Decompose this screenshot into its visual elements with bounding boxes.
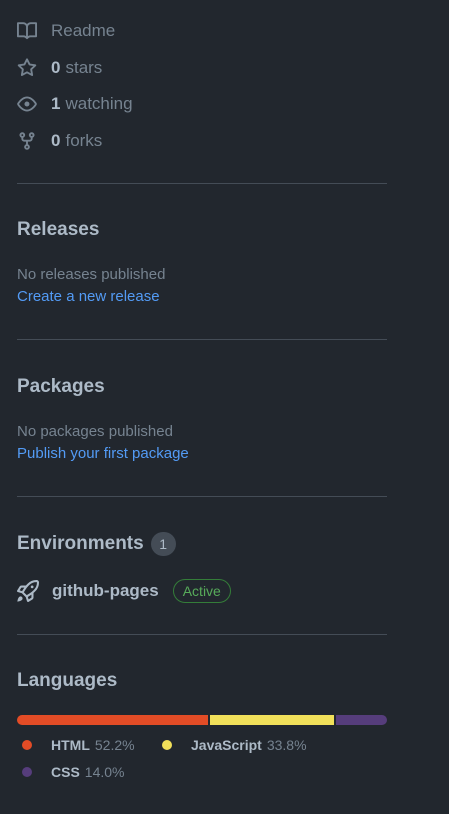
divider bbox=[17, 183, 387, 184]
language-item-javascript[interactable]: JavaScript 33.8% bbox=[162, 737, 307, 753]
about-meta: Readme 0 stars 1 watching 0 forks bbox=[17, 13, 133, 159]
publish-package-link[interactable]: Publish your first package bbox=[17, 445, 189, 462]
environments-title[interactable]: Environments bbox=[17, 533, 144, 555]
watching-label: watching bbox=[65, 94, 133, 114]
rocket-icon bbox=[17, 580, 39, 602]
language-dot-html bbox=[22, 740, 32, 750]
environments-section: Environments 1 github-pages Active bbox=[17, 532, 231, 603]
releases-title[interactable]: Releases bbox=[17, 219, 165, 241]
divider bbox=[17, 496, 387, 497]
releases-empty-text: No releases published bbox=[17, 266, 166, 283]
environment-item: github-pages Active bbox=[17, 579, 231, 603]
stars-count: 0 bbox=[51, 57, 61, 77]
language-bar-segment-html[interactable] bbox=[17, 715, 209, 725]
book-icon bbox=[17, 21, 37, 41]
language-dot-css bbox=[22, 767, 32, 777]
forks-label: forks bbox=[65, 130, 103, 150]
language-bar-segment-css[interactable] bbox=[335, 715, 387, 725]
watching-link[interactable]: 1 watching bbox=[17, 86, 133, 123]
language-percent: 33.8% bbox=[266, 737, 307, 753]
language-bar bbox=[17, 715, 387, 725]
star-icon bbox=[17, 58, 37, 78]
divider bbox=[17, 634, 387, 635]
environments-heading: Environments 1 bbox=[17, 532, 231, 556]
packages-title[interactable]: Packages bbox=[17, 376, 189, 398]
language-name: JavaScript bbox=[191, 737, 262, 753]
readme-link[interactable]: Readme bbox=[17, 13, 133, 50]
readme-label: Readme bbox=[51, 21, 116, 41]
watching-count: 1 bbox=[51, 94, 61, 114]
language-percent: 52.2% bbox=[94, 737, 135, 753]
forks-count: 0 bbox=[51, 130, 61, 150]
languages-section: Languages HTML 52.2% JavaScript 33.8% CS… bbox=[17, 670, 387, 793]
releases-section: Releases No releases published Create a … bbox=[17, 219, 165, 305]
create-release-link[interactable]: Create a new release bbox=[17, 288, 165, 305]
language-dot-javascript bbox=[162, 740, 172, 750]
packages-empty-text: No packages published bbox=[17, 423, 173, 440]
stars-link[interactable]: 0 stars bbox=[17, 50, 133, 87]
environment-status-badge: Active bbox=[172, 579, 231, 603]
language-name: HTML bbox=[51, 737, 90, 753]
stars-label: stars bbox=[65, 57, 103, 77]
environment-name[interactable]: github-pages bbox=[52, 581, 159, 601]
language-percent: 14.0% bbox=[84, 764, 125, 780]
eye-icon bbox=[17, 94, 37, 114]
environments-count: 1 bbox=[150, 532, 176, 556]
fork-icon bbox=[17, 131, 37, 151]
divider bbox=[17, 339, 387, 340]
language-bar-segment-javascript[interactable] bbox=[210, 715, 334, 725]
language-item-css[interactable]: CSS 14.0% bbox=[22, 764, 125, 780]
language-item-html[interactable]: HTML 52.2% bbox=[22, 737, 135, 753]
languages-title: Languages bbox=[17, 670, 118, 691]
language-list: HTML 52.2% JavaScript 33.8% CSS 14.0% bbox=[17, 733, 387, 793]
language-name: CSS bbox=[51, 764, 80, 780]
packages-section: Packages No packages published Publish y… bbox=[17, 376, 189, 462]
forks-link[interactable]: 0 forks bbox=[17, 123, 133, 160]
